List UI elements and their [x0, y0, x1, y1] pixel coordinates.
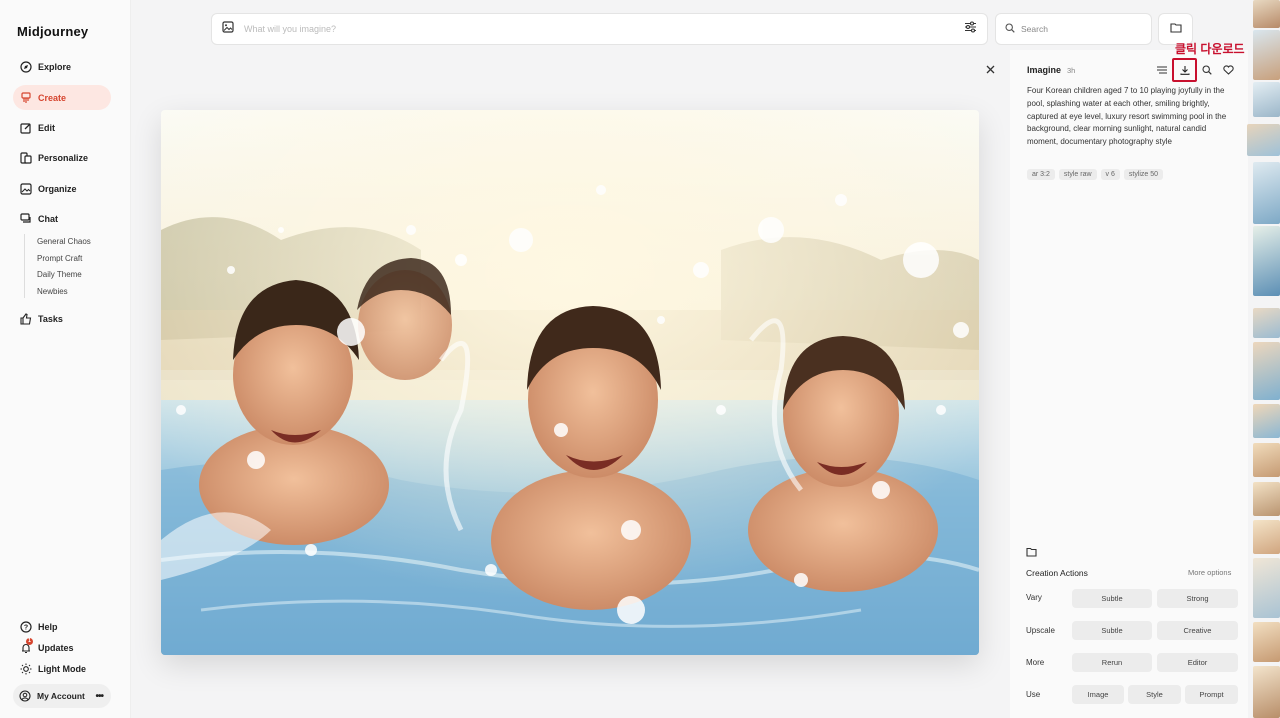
param-tag[interactable]: ar 3:2 [1027, 169, 1055, 180]
editor-button[interactable]: Editor [1157, 653, 1238, 672]
generated-image[interactable] [161, 110, 979, 655]
creation-actions-title: Creation Actions [1026, 568, 1088, 578]
nav-label: Edit [38, 122, 55, 133]
rerun-button[interactable]: Rerun [1072, 653, 1152, 672]
nav-personalize[interactable]: Personalize [13, 145, 111, 170]
chat-room-item[interactable]: Daily Theme [25, 267, 91, 284]
close-icon [986, 61, 995, 79]
param-tag[interactable]: style raw [1058, 169, 1097, 180]
vary-strong-button[interactable]: Strong [1157, 589, 1238, 608]
menu-icon[interactable] [1154, 62, 1170, 78]
vary-label: Vary [1026, 593, 1042, 602]
search-bar[interactable]: Search [995, 13, 1152, 45]
image-upload-icon[interactable] [222, 20, 234, 38]
download-icon[interactable] [1177, 62, 1193, 78]
use-style-button[interactable]: Style [1128, 685, 1181, 704]
thumbnail[interactable] [1253, 308, 1280, 338]
nav-tasks[interactable]: Tasks [13, 306, 111, 331]
nav-label: Tasks [38, 313, 63, 324]
search-input[interactable]: Search [1021, 24, 1048, 34]
nav-edit[interactable]: Edit [13, 115, 111, 140]
chat-room-item[interactable]: General Chaos [25, 234, 91, 251]
use-label: Use [1026, 690, 1041, 699]
personalize-icon [19, 151, 32, 164]
thumbnail[interactable] [1253, 482, 1280, 516]
nav-explore[interactable]: Explore [13, 54, 111, 79]
close-button[interactable] [983, 63, 997, 77]
nav-organize[interactable]: Organize [13, 176, 111, 201]
thumbnail[interactable] [1253, 0, 1280, 28]
chat-icon [19, 212, 32, 225]
user-icon [19, 689, 32, 703]
chat-room-item[interactable]: Newbies [25, 284, 91, 301]
folder-icon[interactable] [1026, 544, 1037, 562]
detail-time: 3h [1067, 66, 1076, 75]
nav-label: Help [38, 621, 58, 632]
nav-label: Updates [38, 642, 74, 653]
thumbnail[interactable] [1253, 162, 1280, 224]
param-tags: ar 3:2 style raw v 6 stylize 50 [1027, 169, 1164, 180]
detail-panel: Imagine 3h Four Korean children aged 7 t… [1010, 50, 1248, 718]
thumbnail-strip [1247, 0, 1280, 718]
nav-label: Personalize [38, 152, 89, 163]
more-dots-icon[interactable]: ••• [95, 691, 103, 702]
vary-subtle-button[interactable]: Subtle [1072, 589, 1152, 608]
nav-light-mode[interactable]: Light Mode [13, 656, 111, 681]
updates-badge: 1 [26, 638, 33, 645]
svg-text:?: ? [23, 624, 27, 631]
sidebar: Midjourney Explore Create Edit Personali… [0, 0, 131, 718]
nav-label: Create [38, 92, 67, 103]
thumbnail[interactable] [1253, 226, 1280, 296]
compass-icon [19, 60, 32, 73]
search-icon[interactable] [1199, 62, 1215, 78]
thumbnail[interactable] [1253, 558, 1280, 618]
account-label: My Account [37, 691, 85, 701]
more-label: More [1026, 658, 1045, 667]
nav-label: Chat [38, 213, 58, 224]
use-prompt-button[interactable]: Prompt [1185, 685, 1238, 704]
param-tag[interactable]: stylize 50 [1123, 169, 1164, 180]
bell-icon: 1 [19, 638, 33, 654]
search-icon [1005, 20, 1015, 38]
folder-icon [1169, 20, 1182, 38]
more-options-link[interactable]: More options [1188, 568, 1231, 577]
thumbnail[interactable] [1253, 520, 1280, 554]
prompt-input[interactable]: What will you imagine? [244, 24, 964, 34]
prompt-bar[interactable]: What will you imagine? [211, 13, 988, 45]
thumbnail[interactable] [1253, 30, 1280, 80]
image-icon [19, 182, 32, 195]
thumbnail[interactable] [1253, 666, 1280, 718]
chat-room-list: General Chaos Prompt Craft Daily Theme N… [24, 234, 91, 298]
thumbnail[interactable] [1253, 82, 1280, 117]
upscale-creative-button[interactable]: Creative [1157, 621, 1238, 640]
settings-sliders-icon[interactable] [964, 20, 977, 38]
account-button[interactable]: My Account ••• [13, 684, 111, 708]
thumbnail[interactable] [1253, 443, 1280, 477]
thumbnail[interactable] [1253, 404, 1280, 438]
detail-title: Imagine [1027, 65, 1062, 75]
upscale-subtle-button[interactable]: Subtle [1072, 621, 1152, 640]
nav-create[interactable]: Create [13, 85, 111, 110]
thumbs-up-icon [19, 312, 32, 325]
thumbnail[interactable] [1253, 622, 1280, 662]
edit-icon [19, 121, 32, 134]
nav-label: Explore [38, 61, 72, 72]
app-logo[interactable]: Midjourney [17, 24, 88, 39]
upscale-label: Upscale [1026, 626, 1055, 635]
sun-icon [19, 662, 32, 675]
param-tag[interactable]: v 6 [1100, 169, 1120, 180]
use-image-button[interactable]: Image [1072, 685, 1124, 704]
nav-chat[interactable]: Chat [13, 206, 111, 231]
heart-icon[interactable] [1220, 62, 1236, 78]
thumbnail[interactable] [1247, 124, 1280, 156]
chat-room-item[interactable]: Prompt Craft [25, 251, 91, 268]
thumbnail[interactable] [1253, 342, 1280, 400]
annotation-label: 클릭 다운로드 [1175, 42, 1245, 56]
help-icon: ? [19, 620, 32, 633]
prompt-text: Four Korean children aged 7 to 10 playin… [1027, 86, 1227, 147]
nav-label: Light Mode [38, 663, 86, 674]
brush-icon [19, 91, 32, 104]
nav-label: Organize [38, 183, 77, 194]
